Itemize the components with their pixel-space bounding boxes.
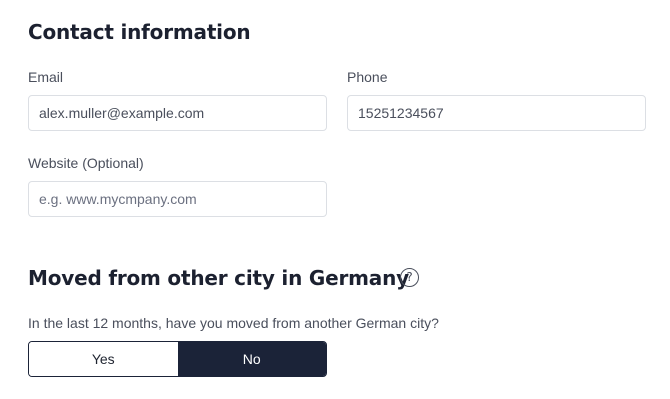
phone-field[interactable] bbox=[347, 95, 646, 131]
contact-information-heading: Contact information bbox=[28, 20, 251, 44]
moved-yes-no-toggle: Yes No bbox=[28, 341, 327, 377]
website-label: Website (Optional) bbox=[28, 155, 144, 171]
moved-from-city-heading: Moved from other city in Germany bbox=[28, 266, 409, 290]
question-circle-icon[interactable]: ? bbox=[400, 268, 419, 287]
email-field[interactable] bbox=[28, 95, 327, 131]
no-option-button[interactable]: No bbox=[177, 342, 326, 376]
contact-form-page: Contact information Email Phone Website … bbox=[0, 0, 670, 399]
phone-label: Phone bbox=[347, 69, 388, 85]
email-label: Email bbox=[28, 69, 64, 85]
moved-question-text: In the last 12 months, have you moved fr… bbox=[28, 315, 439, 331]
yes-option-button[interactable]: Yes bbox=[29, 342, 178, 376]
website-field[interactable] bbox=[28, 181, 327, 217]
